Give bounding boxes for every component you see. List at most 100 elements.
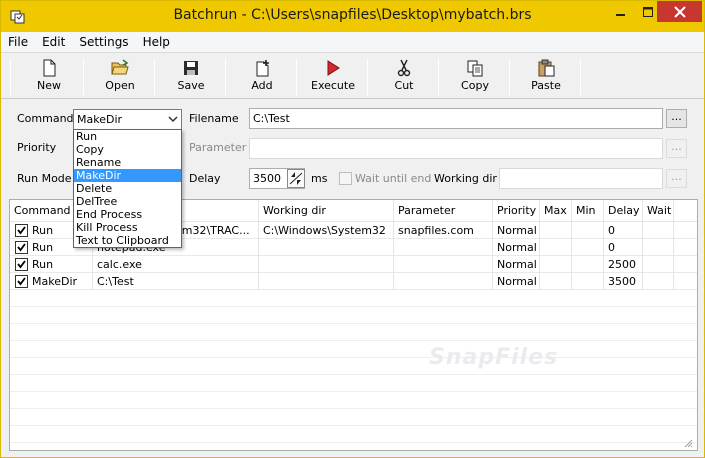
dropdown-option-text-to-clipboard[interactable]: Text to Clipboard — [74, 234, 181, 247]
close-icon — [673, 5, 686, 18]
row-min — [572, 222, 604, 239]
minimize-button[interactable] — [607, 1, 634, 22]
dropdown-option-rename[interactable]: Rename — [74, 156, 181, 169]
row-priority: Normal — [493, 222, 540, 239]
menu-bar: File Edit Settings Help — [1, 32, 704, 52]
paste-label: Paste — [531, 79, 561, 92]
checkmark-icon — [17, 277, 26, 286]
empty-row — [10, 341, 697, 358]
menu-file[interactable]: File — [1, 32, 35, 52]
row-workdir: C:\Windows\System32 — [259, 222, 394, 239]
row-max — [540, 256, 572, 273]
row-checkbox[interactable] — [15, 224, 28, 237]
cut-button[interactable]: Cut — [369, 56, 439, 96]
window-title: Batchrun - C:\Users\snapfiles\Desktop\my… — [173, 7, 532, 23]
table-row[interactable]: MakeDir C:\Test Normal 3500 — [10, 273, 697, 290]
open-folder-icon — [111, 59, 129, 75]
execute-label: Execute — [311, 79, 355, 92]
checkmark-icon — [17, 260, 26, 269]
parameter-input[interactable] — [249, 138, 663, 159]
row-min — [572, 239, 604, 256]
filename-input[interactable]: C:\Test — [249, 108, 663, 129]
menu-settings[interactable]: Settings — [72, 32, 135, 52]
delay-unit: ms — [311, 172, 328, 185]
dropdown-option-delete[interactable]: Delete — [74, 182, 181, 195]
watermark: SnapFiles — [429, 345, 559, 370]
empty-row — [10, 392, 697, 409]
toolbar-separator — [296, 59, 297, 95]
dropdown-option-run[interactable]: Run — [74, 130, 181, 143]
workdir-input[interactable] — [499, 168, 663, 189]
scissors-icon — [397, 59, 411, 77]
row-wait — [643, 222, 674, 239]
row-workdir — [259, 256, 394, 273]
col-max[interactable]: Max — [540, 200, 572, 222]
priority-label: Priority — [17, 141, 57, 154]
dropdown-option-makedir[interactable]: MakeDir — [74, 169, 181, 182]
row-delay: 3500 — [604, 273, 643, 290]
row-delay: 2500 — [604, 256, 643, 273]
add-button[interactable]: Add — [227, 56, 297, 96]
add-label: Add — [251, 79, 273, 92]
menu-edit[interactable]: Edit — [35, 32, 72, 52]
toolbar-separator — [154, 59, 155, 95]
row-checkbox[interactable] — [15, 275, 28, 288]
dropdown-option-deltree[interactable]: DelTree — [74, 195, 181, 208]
row-checkbox[interactable] — [15, 241, 28, 254]
menu-help[interactable]: Help — [136, 32, 177, 52]
save-label: Save — [177, 79, 205, 92]
resize-grip-icon[interactable] — [683, 438, 693, 448]
dropdown-option-copy[interactable]: Copy — [74, 143, 181, 156]
parameter-browse-button[interactable]: ... — [666, 139, 687, 158]
row-max — [540, 222, 572, 239]
wait-until-end-checkbox[interactable] — [339, 172, 352, 185]
row-checkbox[interactable] — [15, 258, 28, 271]
command-combobox[interactable]: MakeDir — [73, 109, 182, 130]
runmode-label: Run Mode — [17, 172, 72, 185]
dropdown-option-end-process[interactable]: End Process — [74, 208, 181, 221]
filename-browse-button[interactable]: ... — [666, 109, 687, 128]
row-parameter — [394, 239, 493, 256]
empty-row — [10, 290, 697, 307]
open-button[interactable]: Open — [85, 56, 155, 96]
chevron-down-icon — [168, 116, 178, 123]
col-priority[interactable]: Priority — [493, 200, 540, 222]
title-bar[interactable]: Batchrun - C:\Users\snapfiles\Desktop\my… — [1, 1, 704, 32]
parameter-label: Parameter — [189, 141, 247, 154]
toolbar-separator — [509, 59, 510, 95]
row-wait — [643, 239, 674, 256]
delay-spinner[interactable] — [287, 169, 305, 188]
row-max — [540, 273, 572, 290]
delay-label: Delay — [189, 172, 221, 185]
row-parameter — [394, 256, 493, 273]
add-document-icon — [256, 60, 269, 77]
command-dropdown-list: Run Copy Rename MakeDir Delete DelTree E… — [73, 129, 182, 248]
close-button[interactable] — [657, 1, 702, 22]
col-wait[interactable]: Wait — [643, 200, 674, 222]
col-workdir[interactable]: Working dir — [259, 200, 394, 222]
execute-button[interactable]: Execute — [298, 56, 368, 96]
dropdown-option-kill-process[interactable]: Kill Process — [74, 221, 181, 234]
col-parameter[interactable]: Parameter — [394, 200, 493, 222]
empty-row — [10, 324, 697, 341]
toolbar-separator — [225, 59, 226, 95]
new-button[interactable]: New — [14, 56, 84, 96]
maximize-icon — [642, 6, 653, 17]
delay-value: 3500 — [253, 172, 281, 185]
minimize-icon — [615, 13, 625, 16]
row-priority: Normal — [493, 256, 540, 273]
row-parameter — [394, 273, 493, 290]
execute-play-icon — [327, 60, 340, 76]
row-max — [540, 239, 572, 256]
filename-label: Filename — [189, 112, 239, 125]
paste-button[interactable]: Paste — [511, 56, 581, 96]
workdir-browse-button[interactable]: ... — [666, 169, 687, 188]
checkmark-icon — [17, 243, 26, 252]
row-delay: 0 — [604, 239, 643, 256]
col-min[interactable]: Min — [572, 200, 604, 222]
row-wait — [643, 256, 674, 273]
table-row[interactable]: Run calc.exe Normal 2500 — [10, 256, 697, 273]
copy-button[interactable]: Copy — [440, 56, 510, 96]
col-delay[interactable]: Delay — [604, 200, 643, 222]
save-button[interactable]: Save — [156, 56, 226, 96]
